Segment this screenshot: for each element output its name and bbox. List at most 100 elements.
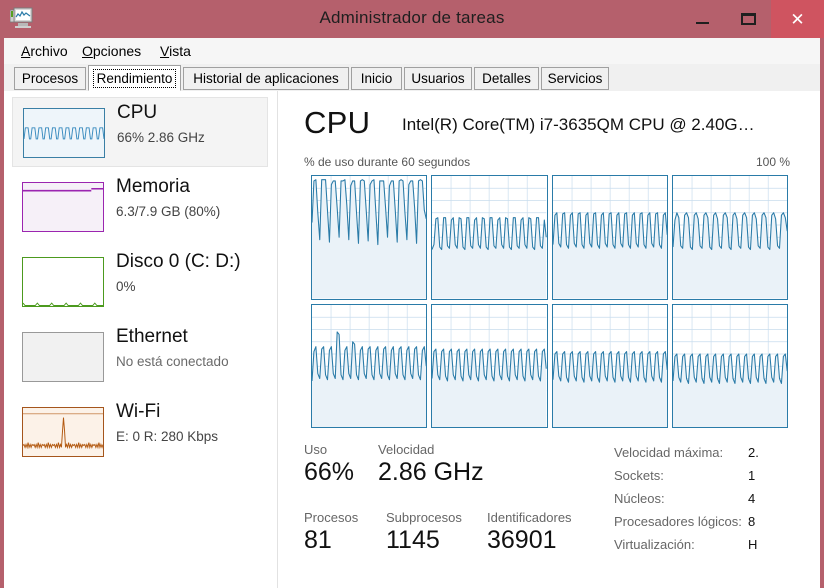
cpu-core-graph[interactable] <box>431 303 548 428</box>
stat-uso: Uso 66% <box>304 442 354 487</box>
cpu-core-graph[interactable] <box>311 303 428 428</box>
stat-velocidad: Velocidad 2.86 GHz <box>378 442 484 487</box>
stat-procesos: Procesos 81 <box>304 510 358 555</box>
info-label: Procesadores lógicos: <box>614 514 742 529</box>
menu-item-label: pciones <box>92 43 142 59</box>
sidebar-item-cpu[interactable]: CPU 66% 2.86 GHz <box>12 97 268 167</box>
stat-subprocesos: Subprocesos 1145 <box>386 510 462 555</box>
sidebar-item-disco-0[interactable]: Disco 0 (C: D:) 0% <box>12 247 268 317</box>
content-area: CPU 66% 2.86 GHz Memoria 6.3/7.9 GB (80%) Di… <box>4 91 820 588</box>
sidebar-thumb-wi-fi <box>22 407 104 457</box>
sidebar-item-subtitle: 66% 2.86 GHz <box>117 130 205 145</box>
info-label: Núcleos: <box>614 491 665 506</box>
tab-strip: Procesos Rendimiento Historial de aplicaci… <box>4 64 820 92</box>
info-label: Sockets: <box>614 468 664 483</box>
menu-bar: Archivo Opciones Vista <box>4 38 820 65</box>
tab-inicio[interactable]: Inicio <box>351 67 402 90</box>
info-velocidad-maxima: Velocidad máxima: 2. <box>614 445 759 460</box>
tab-label: Servicios <box>547 71 603 86</box>
cpu-core-graph[interactable] <box>551 175 668 300</box>
tab-detalles[interactable]: Detalles <box>474 67 539 90</box>
close-icon: ✕ <box>790 9 805 29</box>
title-bar: Administrador de tareas ✕ <box>0 0 824 38</box>
menu-item-label: ista <box>169 43 191 59</box>
cpu-core-graph[interactable] <box>671 303 788 428</box>
sidebar-item-subtitle: No está conectado <box>116 354 229 369</box>
sidebar-item-memoria[interactable]: Memoria 6.3/7.9 GB (80%) <box>12 172 268 242</box>
tab-label: Historial de aplicaciones <box>193 71 339 86</box>
menu-item-archivo[interactable]: Archivo <box>16 42 73 60</box>
cpu-core-graph[interactable] <box>671 175 788 300</box>
tab-label: Usuarios <box>411 71 465 86</box>
graph-caption: % de uso durante 60 segundos <box>304 155 471 169</box>
menu-item-label: rchivo <box>30 43 68 59</box>
task-manager-window: Administrador de tareas ✕ Archivo Opcione… <box>0 0 824 588</box>
maximize-icon <box>740 13 756 25</box>
minimize-icon <box>695 22 709 24</box>
tab-label: Detalles <box>482 71 531 86</box>
stat-value: 66% <box>304 458 355 486</box>
task-manager-icon <box>9 7 34 29</box>
stat-label: Subprocesos <box>386 510 462 525</box>
sidebar-item-ethernet[interactable]: Ethernet No está conectado <box>12 322 268 392</box>
tab-label: Rendimiento <box>92 68 177 88</box>
sidebar-thumb-ethernet <box>22 332 104 382</box>
tab-label: Inicio <box>360 71 393 86</box>
sidebar-item-title: Wi-Fi <box>116 401 161 422</box>
stat-label: Uso <box>304 442 328 457</box>
cpu-model-label: Intel(R) Core(TM) i7-3635QM CPU @ 2.40G… <box>402 115 755 134</box>
cpu-core-graph[interactable] <box>311 175 428 300</box>
info-label: Virtualización: <box>614 537 695 552</box>
info-sockets: Sockets: 1 <box>614 468 755 483</box>
minimize-button[interactable] <box>679 0 725 38</box>
tab-historial-de-aplicaciones[interactable]: Historial de aplicaciones <box>183 67 349 90</box>
close-button[interactable]: ✕ <box>771 0 824 38</box>
info-value: 8 <box>748 514 756 529</box>
info-virtualizacion: Virtualización: H <box>614 537 757 552</box>
tab-usuarios[interactable]: Usuarios <box>404 67 472 90</box>
sidebar-thumb-memoria <box>22 182 104 232</box>
stat-identificadores: Identificadores 36901 <box>487 510 572 555</box>
cpu-core-graph[interactable] <box>431 175 548 300</box>
menu-item-opciones[interactable]: Opciones <box>77 42 146 60</box>
cpu-core-graph-grid[interactable] <box>311 175 788 428</box>
sidebar-item-title: Ethernet <box>116 326 188 347</box>
sidebar-item-title: CPU <box>117 102 158 123</box>
tab-label: Procesos <box>21 71 79 86</box>
stat-label: Identificadores <box>487 510 572 525</box>
maximize-button[interactable] <box>725 0 771 38</box>
menu-mnemonic: O <box>82 43 93 59</box>
tab-procesos[interactable]: Procesos <box>14 67 86 90</box>
info-nucleos: Núcleos: 4 <box>614 491 755 506</box>
resource-sidebar: CPU 66% 2.86 GHz Memoria 6.3/7.9 GB (80%) Di… <box>4 91 277 588</box>
caption-buttons: ✕ <box>679 0 824 38</box>
sidebar-item-wi-fi[interactable]: Wi-Fi E: 0 R: 280 Kbps <box>12 397 268 467</box>
info-value: H <box>748 537 758 552</box>
stat-label: Velocidad <box>378 442 435 457</box>
info-label: Velocidad máxima: <box>614 445 724 460</box>
graph-max-label: 100 % <box>755 155 790 169</box>
cpu-detail-panel: CPU Intel(R) Core(TM) i7-3635QM CPU @ 2.… <box>278 91 820 588</box>
sidebar-item-title: Memoria <box>116 176 190 197</box>
stat-value: 81 <box>304 526 332 554</box>
sidebar-item-subtitle: 6.3/7.9 GB (80%) <box>116 204 221 219</box>
sidebar-item-subtitle: 0% <box>116 279 136 294</box>
sidebar-thumb-disco-0 <box>22 257 104 307</box>
menu-mnemonic: V <box>160 43 170 59</box>
info-value: 4 <box>748 491 756 506</box>
stat-value: 1145 <box>386 526 440 554</box>
sidebar-item-subtitle: E: 0 R: 280 Kbps <box>116 429 219 444</box>
stat-value: 2.86 GHz <box>378 458 484 486</box>
menu-item-vista[interactable]: Vista <box>155 42 196 60</box>
info-procesadores-logicos: Procesadores lógicos: 8 <box>614 514 755 529</box>
tab-rendimiento[interactable]: Rendimiento <box>88 65 181 91</box>
tab-servicios[interactable]: Servicios <box>541 67 609 90</box>
stat-label: Procesos <box>304 510 359 525</box>
sidebar-item-title: Disco 0 (C: D:) <box>116 251 241 272</box>
stat-value: 36901 <box>487 526 557 554</box>
info-value: 1 <box>748 468 756 483</box>
info-value: 2. <box>748 445 759 460</box>
page-title: CPU <box>304 105 371 140</box>
client-area: Archivo Opciones Vista Procesos Rendimiento… <box>4 38 820 588</box>
cpu-core-graph[interactable] <box>551 303 668 428</box>
